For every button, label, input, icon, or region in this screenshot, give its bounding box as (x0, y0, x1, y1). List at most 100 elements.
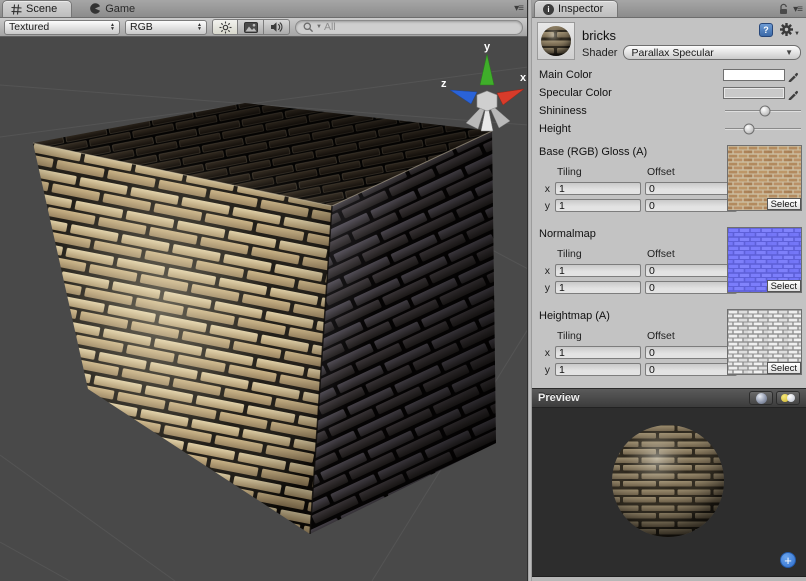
search-icon (303, 22, 314, 33)
heightmap-offset-x-input[interactable] (645, 346, 737, 359)
shininess-slider[interactable] (725, 104, 801, 118)
eyedropper-icon[interactable] (787, 87, 799, 100)
scene-grid-icon (11, 4, 22, 15)
gizmo-center-cube (477, 91, 497, 111)
speaker-icon (270, 21, 283, 33)
specular-color-label: Specular Color (539, 87, 723, 99)
help-icon[interactable]: ? (759, 23, 773, 37)
material-properties: Main Color Specular Color (532, 64, 806, 142)
tiling-header: Tiling (555, 248, 641, 260)
sphere-icon (756, 393, 767, 404)
height-slider[interactable] (725, 122, 801, 136)
heightmap-tiling-x-input[interactable] (555, 346, 641, 359)
preview-body[interactable]: + (532, 408, 806, 577)
base-tiling-y-input[interactable] (555, 199, 641, 212)
chevron-down-icon: ▼ (785, 48, 793, 57)
gizmo-y-axis-cone (480, 54, 494, 85)
base-select-button[interactable]: Select (767, 198, 801, 210)
tab-game[interactable]: Game (80, 0, 149, 17)
shader-value: Parallax Specular (631, 47, 713, 59)
base-offset-x-input[interactable] (645, 182, 737, 195)
scene-panel-menu-icon[interactable]: ▾≡ (514, 3, 523, 14)
normalmap-offset-x-input[interactable] (645, 264, 737, 277)
lighting-toggle-button[interactable] (212, 19, 238, 35)
inspector-body: bricks Shader Parallax Specular ▼ ? (532, 18, 806, 581)
audio-toggle-button[interactable] (264, 19, 290, 35)
base-map-section: Base (RGB) Gloss (A) Tiling Offset x y S… (532, 142, 806, 224)
search-filter-arrow-icon[interactable]: ▼ (316, 24, 322, 30)
scene-panel: Scene Game ▾≡ Textured ▲▼ RGB ▲▼ (0, 0, 528, 581)
tab-inspector-label: Inspector (558, 3, 603, 15)
axis-gizmo: y x z (441, 41, 527, 131)
draw-mode-value: Textured (9, 21, 49, 33)
x-axis-label: x (539, 265, 551, 277)
height-label: Height (539, 123, 725, 135)
preview-sphere (532, 408, 805, 560)
base-texture-thumbnail[interactable]: Select (727, 145, 802, 211)
updown-arrows-icon: ▲▼ (197, 23, 202, 31)
color-mode-value: RGB (130, 21, 153, 33)
x-axis-label: x (539, 347, 551, 359)
inspector-panel-menu-icon[interactable]: ▾≡ (793, 4, 802, 15)
gizmo-x-axis-cone (497, 89, 524, 105)
main-color-swatch[interactable] (723, 69, 785, 81)
window-bottom-edge (532, 577, 806, 581)
material-thumbnail[interactable] (537, 22, 575, 60)
draw-mode-dropdown[interactable]: Textured ▲▼ (4, 20, 120, 35)
heightmap-select-button[interactable]: Select (767, 362, 801, 374)
preview-lighting-button[interactable] (776, 391, 800, 405)
preview-header[interactable]: Preview (532, 388, 806, 408)
normalmap-section: Normalmap Tiling Offset x y Select (532, 224, 806, 306)
specular-color-swatch[interactable] (723, 87, 785, 99)
heightmap-tiling-y-input[interactable] (555, 363, 641, 376)
preview-shape-button[interactable] (749, 391, 773, 405)
image-icon (244, 22, 258, 33)
tiling-header: Tiling (555, 330, 641, 342)
x-axis-label: x (539, 183, 551, 195)
normalmap-tiling-x-input[interactable] (555, 264, 641, 277)
normalmap-tiling-y-input[interactable] (555, 281, 641, 294)
brick-cube (33, 103, 496, 534)
tab-inspector[interactable]: i Inspector (534, 0, 618, 17)
shininess-slider-knob[interactable] (759, 106, 770, 117)
heightmap-offset-y-input[interactable] (645, 363, 737, 376)
color-mode-dropdown[interactable]: RGB ▲▼ (125, 20, 207, 35)
unity-editor-window: Scene Game ▾≡ Textured ▲▼ RGB ▲▼ (0, 0, 806, 581)
y-axis-label: y (539, 282, 551, 294)
eyedropper-icon[interactable] (787, 69, 799, 82)
shininess-label: Shininess (539, 105, 725, 117)
height-slider-knob[interactable] (744, 124, 755, 135)
shader-dropdown[interactable]: Parallax Specular ▼ (623, 45, 801, 60)
scene-tabstrip: Scene Game ▾≡ (0, 0, 527, 18)
scene-toolbar: Textured ▲▼ RGB ▲▼ (0, 18, 527, 37)
base-offset-y-input[interactable] (645, 199, 737, 212)
scene-3d-view: y x z (0, 37, 527, 581)
main-color-label: Main Color (539, 69, 723, 81)
heightmap-texture-thumbnail[interactable]: Select (727, 309, 802, 375)
sun-icon (219, 21, 232, 34)
offset-header: Offset (645, 248, 737, 260)
normalmap-offset-y-input[interactable] (645, 281, 737, 294)
scene-viewport[interactable]: y x z (0, 37, 527, 581)
gizmo-z-label: z (441, 78, 447, 90)
tab-scene-label: Scene (26, 3, 57, 15)
render-mode-button[interactable] (238, 19, 264, 35)
normalmap-texture-thumbnail[interactable]: Select (727, 227, 802, 293)
gear-icon[interactable]: ▼ (779, 22, 800, 37)
tab-scene[interactable]: Scene (2, 0, 72, 17)
info-icon: i (543, 4, 554, 15)
search-input[interactable] (324, 21, 515, 33)
lock-icon[interactable] (778, 3, 789, 15)
inspector-panel: i Inspector ▾≡ (532, 0, 806, 581)
lights-icon (781, 393, 795, 403)
heightmap-section: Heightmap (A) Tiling Offset x y Select (532, 306, 806, 388)
tab-game-label: Game (105, 3, 135, 15)
base-tiling-x-input[interactable] (555, 182, 641, 195)
add-button[interactable]: + (780, 552, 796, 568)
tiling-header: Tiling (555, 166, 641, 178)
scene-search-field[interactable]: ▼ (295, 20, 523, 35)
inspector-tabstrip: i Inspector ▾≡ (532, 0, 806, 18)
normalmap-select-button[interactable]: Select (767, 280, 801, 292)
offset-header: Offset (645, 330, 737, 342)
game-icon (88, 2, 101, 15)
